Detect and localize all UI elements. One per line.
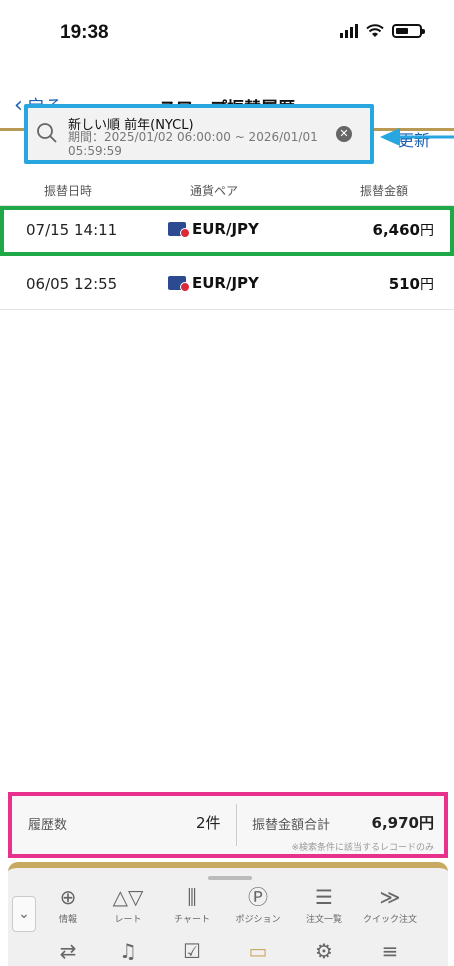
summary-divider — [236, 804, 237, 846]
row-datetime: 06/05 12:55 — [26, 275, 118, 293]
tab-label: 注文一覧 — [305, 915, 342, 925]
tab-order-list[interactable]: ☰ 注文一覧 — [292, 886, 356, 925]
tab-alert[interactable]: ♫ — [96, 940, 160, 964]
globe-icon: ⊕ — [59, 885, 77, 909]
tab-position[interactable]: Ⓟ ポジション — [226, 886, 290, 925]
summary-panel: 履歴数 2件 振替金額合計 6,970円 ※検索条件に該当するレコードのみ — [8, 792, 448, 858]
search-icon — [37, 123, 57, 143]
row-amount-unit: 円 — [420, 277, 434, 293]
annotation-arrow-icon — [380, 128, 454, 146]
battery-icon — [392, 24, 425, 38]
bottom-tab-bar: ⌄ ⊕ 情報 △▽ レート ⫼ チャート Ⓟ ポジション ☰ 注文一覧 ≫ クイ… — [8, 862, 448, 966]
column-header-amount: 振替金額 — [360, 184, 409, 198]
status-time: 19:38 — [60, 22, 109, 43]
table-row[interactable]: 07/15 14:11 EUR/JPY 6,460円 — [0, 206, 454, 256]
row-amount-value: 6,460 — [372, 221, 420, 239]
drag-handle[interactable] — [208, 876, 252, 880]
card-icon: ▭ — [248, 939, 268, 963]
tab-label: チャート — [174, 915, 210, 925]
total-amount-value: 6,970円 — [371, 814, 434, 832]
eur-jpy-flag-icon — [168, 276, 190, 292]
row-amount: 510円 — [389, 274, 434, 294]
tab-settings[interactable]: ⚙ — [292, 940, 356, 964]
column-headers: 振替日時 通貨ペア 振替金額 — [0, 176, 454, 206]
collapse-button[interactable]: ⌄ — [12, 896, 36, 932]
row-pair-label: EUR/JPY — [192, 220, 259, 238]
clear-icon[interactable]: ✕ — [336, 126, 352, 142]
history-count-value: 2件 — [196, 814, 221, 832]
row-pair: EUR/JPY — [168, 220, 259, 238]
tab-transfer[interactable]: ⇄ — [36, 940, 100, 964]
tab-chart[interactable]: ⫼ チャート — [160, 886, 224, 925]
eur-jpy-flag-icon — [168, 222, 190, 238]
tab-menu[interactable]: ≡ — [358, 940, 422, 964]
bell-icon: ♫ — [119, 939, 137, 963]
order-list-icon: ☰ — [315, 885, 333, 909]
status-icons — [340, 24, 425, 38]
tab-label: クイック注文 — [362, 915, 417, 925]
row-amount: 6,460円 — [373, 220, 434, 240]
quick-order-icon: ≫ — [379, 885, 401, 909]
column-header-pair: 通貨ペア — [190, 184, 239, 198]
settings-icon: ⚙ — [315, 939, 333, 963]
column-header-datetime: 振替日時 — [44, 184, 93, 198]
filter-period-text: 期間：2025/01/02 06:00:00 ~ 2026/01/01 05:5… — [68, 130, 318, 158]
tab-checklist[interactable]: ☑ — [160, 940, 224, 964]
chevron-down-icon: ⌄ — [18, 906, 30, 922]
chart-icon: ⫼ — [187, 885, 197, 909]
tab-quick-order[interactable]: ≫ クイック注文 — [358, 886, 422, 925]
total-amount-label: 振替金額合計 — [252, 818, 331, 833]
table-row[interactable]: 06/05 12:55 EUR/JPY 510円 — [0, 260, 454, 310]
transfer-icon: ⇄ — [59, 939, 77, 963]
tab-label: 情報 — [58, 915, 77, 925]
tab-label: レート — [114, 915, 142, 925]
summary-note: ※検索条件に該当するレコードのみ — [291, 843, 434, 853]
tab-label: ポジション — [235, 915, 281, 925]
row-pair-label: EUR/JPY — [192, 274, 259, 292]
wifi-icon — [366, 24, 384, 37]
tab-info[interactable]: ⊕ 情報 — [36, 886, 100, 925]
position-icon: Ⓟ — [248, 885, 268, 909]
signal-icon — [340, 24, 358, 38]
status-bar: 19:38 — [0, 0, 454, 62]
row-datetime: 07/15 14:11 — [26, 221, 118, 239]
history-count-label: 履歴数 — [28, 818, 68, 833]
row-amount-value: 510 — [388, 275, 420, 293]
checklist-icon: ☑ — [183, 939, 201, 963]
rate-icon: △▽ — [112, 885, 144, 909]
row-pair: EUR/JPY — [168, 274, 259, 292]
search-filter-bar[interactable]: 新しい順 前年(NYCL) 期間：2025/01/02 06:00:00 ~ 2… — [24, 104, 374, 164]
menu-icon: ≡ — [381, 939, 399, 963]
tab-rate[interactable]: △▽ レート — [96, 886, 160, 925]
tab-card[interactable]: ▭ — [226, 940, 290, 964]
row-amount-unit: 円 — [420, 223, 434, 239]
